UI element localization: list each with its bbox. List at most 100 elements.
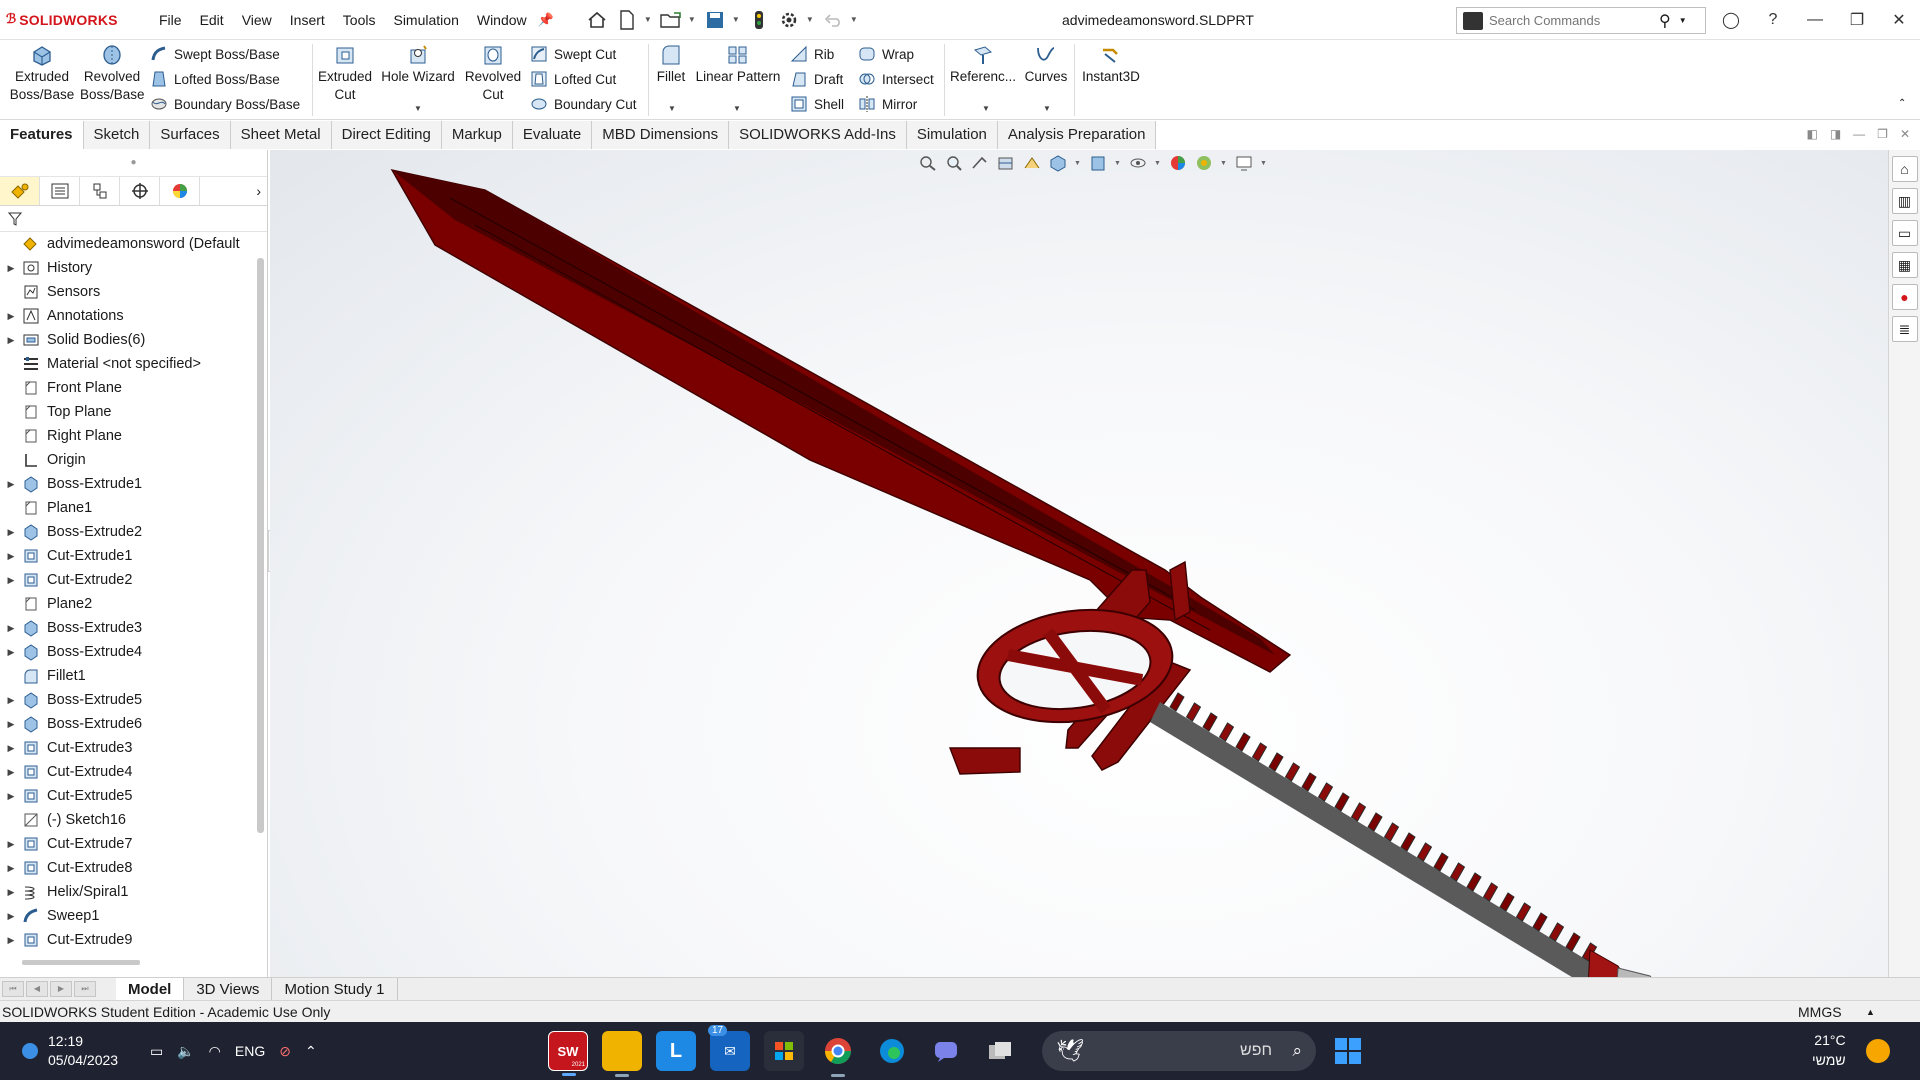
menu-tools[interactable]: Tools: [334, 0, 385, 40]
taskbar-search-box[interactable]: 🕊 חפש ⌕: [1042, 1031, 1316, 1071]
tab-sheet-metal[interactable]: Sheet Metal: [230, 121, 332, 149]
swept-boss-button[interactable]: Swept Boss/Base: [150, 43, 280, 65]
menu-file[interactable]: File: [150, 0, 191, 40]
edge-app-icon[interactable]: [872, 1031, 912, 1071]
appearances-icon[interactable]: ●: [1891, 284, 1918, 310]
battery-icon[interactable]: ▭: [150, 1043, 163, 1060]
tab-surfaces[interactable]: Surfaces: [150, 121, 231, 149]
lumi-app-icon[interactable]: L: [656, 1031, 696, 1071]
display-manager-tab-icon[interactable]: [160, 177, 200, 205]
feature-filter[interactable]: [0, 206, 267, 232]
collapse-ribbon-icon[interactable]: ⌃: [1898, 98, 1906, 109]
lofted-cut-button[interactable]: Lofted Cut: [530, 68, 616, 90]
undo-dropdown-icon[interactable]: ▼: [850, 15, 860, 24]
expand-arrow-icon[interactable]: ▶: [0, 887, 22, 898]
tree-root[interactable]: advimedeamonsword (Default: [0, 232, 267, 256]
options-dropdown-icon[interactable]: ▼: [806, 15, 816, 24]
menu-simulation[interactable]: Simulation: [384, 0, 467, 40]
expand-arrow-icon[interactable]: ▶: [0, 623, 22, 634]
tree-node[interactable]: ▶ Cut-Extrude7: [0, 832, 267, 856]
home-icon[interactable]: [584, 7, 610, 33]
options-gear-icon[interactable]: [776, 7, 802, 33]
unit-system-caret-icon[interactable]: ▲: [1866, 1001, 1875, 1023]
minimize-icon[interactable]: —: [1794, 11, 1836, 29]
expand-arrow-icon[interactable]: ▶: [0, 863, 22, 874]
dimxpert-manager-tab-icon[interactable]: [120, 177, 160, 205]
fillet-button[interactable]: Fillet: [652, 40, 690, 86]
expand-arrow-icon[interactable]: ▶: [0, 335, 22, 346]
search-dropdown-icon[interactable]: ▼: [1679, 16, 1687, 25]
file-explorer-app-icon[interactable]: [602, 1031, 642, 1077]
view-settings-dropdown-icon[interactable]: ▼: [1260, 160, 1268, 167]
prev-tab-arrow-icon[interactable]: ◀: [26, 981, 48, 997]
new-dropdown-icon[interactable]: ▼: [644, 15, 654, 24]
undo-icon[interactable]: [820, 7, 846, 33]
reference-dropdown-icon[interactable]: ▼: [982, 104, 990, 113]
sword-model[interactable]: [270, 150, 1888, 977]
display-style-icon[interactable]: [1088, 154, 1108, 172]
expand-arrow-icon[interactable]: ▶: [0, 527, 22, 538]
feature-manager-tab-icon[interactable]: [0, 177, 40, 205]
tree-node[interactable]: ▶ Sweep1: [0, 904, 267, 928]
tree-node[interactable]: ▶ Boss-Extrude1: [0, 472, 267, 496]
notification-dot-icon[interactable]: [22, 1043, 38, 1059]
tree-node[interactable]: ▶ Cut-Extrude4: [0, 760, 267, 784]
user-account-icon[interactable]: ◯: [1710, 10, 1752, 30]
expand-arrow-icon[interactable]: ▶: [0, 791, 22, 802]
graphics-viewport[interactable]: Y Z X: [270, 150, 1888, 1080]
hole-wizard-dropdown-icon[interactable]: ▼: [414, 104, 422, 113]
restore-icon[interactable]: ❐: [1836, 10, 1878, 30]
hide-show-dropdown-icon[interactable]: ▼: [1154, 160, 1162, 167]
tab-3d-views[interactable]: 3D Views: [184, 977, 273, 1001]
tree-node[interactable]: (-) Sketch16: [0, 808, 267, 832]
edit-appearance-icon[interactable]: [1168, 154, 1188, 172]
expand-arrow-icon[interactable]: ▶: [0, 935, 22, 946]
open-dropdown-icon[interactable]: ▼: [688, 15, 698, 24]
expand-arrow-icon[interactable]: ▶: [0, 647, 22, 658]
expand-arrow-icon[interactable]: ▶: [0, 767, 22, 778]
display-style-dropdown-icon[interactable]: ▼: [1114, 160, 1122, 167]
tree-node[interactable]: ▶ Cut-Extrude3: [0, 736, 267, 760]
tile-left-icon[interactable]: ◧: [1806, 127, 1817, 141]
fillet-dropdown-icon[interactable]: ▼: [668, 104, 676, 113]
tree-node[interactable]: Plane2: [0, 592, 267, 616]
tree-node[interactable]: Right Plane: [0, 424, 267, 448]
search-commands-input[interactable]: [1489, 13, 1659, 28]
tree-node[interactable]: ▶ Cut-Extrude9: [0, 928, 267, 952]
tree-node[interactable]: ▶ Solid Bodies(6): [0, 328, 267, 352]
expand-arrow-icon[interactable]: ▶: [0, 719, 22, 730]
custom-properties-icon[interactable]: ≣: [1891, 316, 1918, 342]
unit-system[interactable]: MMGS: [1798, 1001, 1842, 1023]
apply-scene-icon[interactable]: [1194, 154, 1214, 172]
tree-node[interactable]: Plane1: [0, 496, 267, 520]
solidworks-logo[interactable]: ℬ SOLIDWORKS: [6, 12, 146, 28]
expand-arrow-icon[interactable]: ▶: [0, 575, 22, 586]
rebuild-icon[interactable]: [746, 7, 772, 33]
wrap-button[interactable]: Wrap: [858, 43, 914, 65]
tree-node[interactable]: ▶ Boss-Extrude2: [0, 520, 267, 544]
configuration-manager-tab-icon[interactable]: [80, 177, 120, 205]
meet-now-icon[interactable]: ⊘: [279, 1043, 291, 1060]
revolved-cut-button[interactable]: Revolved Cut: [462, 40, 524, 104]
save-icon[interactable]: [702, 7, 728, 33]
intersect-button[interactable]: Intersect: [858, 68, 934, 90]
tab-motion-study[interactable]: Motion Study 1: [272, 977, 398, 1001]
microsoft-store-app-icon[interactable]: [764, 1031, 804, 1071]
open-folder-icon[interactable]: [658, 7, 684, 33]
solidworks-app-icon[interactable]: SW 2021: [548, 1031, 588, 1076]
view-settings-icon[interactable]: [1234, 154, 1254, 172]
wifi-icon[interactable]: ◠: [209, 1043, 221, 1060]
next-tab-arrow-icon[interactable]: ▶: [50, 981, 72, 997]
previous-view-icon[interactable]: [970, 154, 990, 172]
tree-node[interactable]: Material <not specified>: [0, 352, 267, 376]
view-orientation-icon[interactable]: [1048, 154, 1068, 172]
view-orientation-dropdown-icon[interactable]: ▼: [1074, 160, 1082, 167]
curves-button[interactable]: Curves: [1020, 40, 1072, 86]
extruded-boss-button[interactable]: Extruded Boss/Base: [6, 40, 78, 104]
tile-right-icon[interactable]: ◨: [1830, 127, 1841, 141]
expand-arrow-icon[interactable]: ▶: [0, 911, 22, 922]
section-view-icon[interactable]: [996, 154, 1016, 172]
chrome-app-icon[interactable]: [818, 1031, 858, 1077]
clock-area[interactable]: 12:19 05/04/2023: [22, 1022, 118, 1080]
menu-view[interactable]: View: [233, 0, 281, 40]
